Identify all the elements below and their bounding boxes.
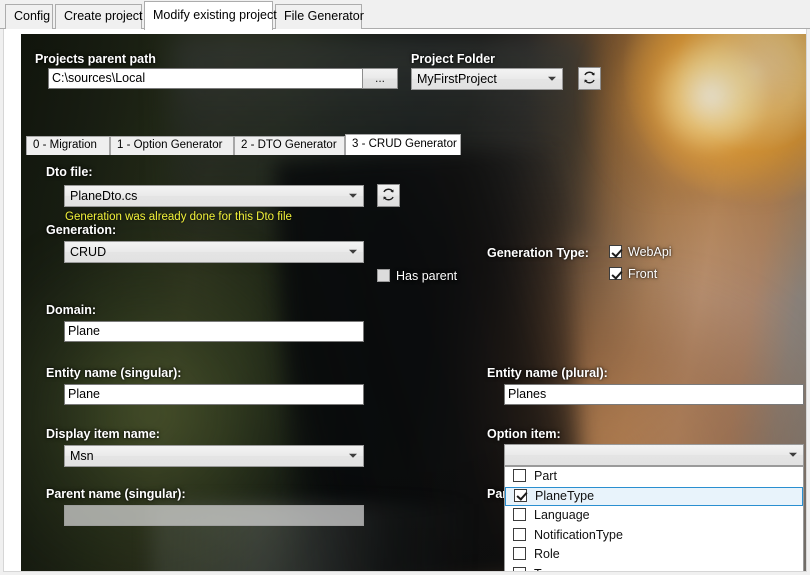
generator-tab-1[interactable]: 1 - Option Generator bbox=[110, 136, 234, 155]
main-tab-1[interactable]: Create project bbox=[55, 4, 143, 29]
option-item-row[interactable]: Role bbox=[505, 545, 803, 565]
option-item-row[interactable]: Part bbox=[505, 467, 803, 487]
checkbox-box[interactable] bbox=[513, 527, 526, 541]
main-tabstrip: Config Create project Modify existing proj… bbox=[0, 0, 810, 30]
refresh-dto-file-button[interactable] bbox=[377, 184, 400, 207]
entity-name-plural-input[interactable]: Planes bbox=[504, 384, 804, 405]
checkbox-box bbox=[609, 267, 622, 280]
option-item-row-label: Language bbox=[534, 508, 590, 522]
generator-tab-label: 3 - CRUD Generator bbox=[352, 138, 457, 150]
modify-existing-project-page: Projects parent path C:\sources\Local ..… bbox=[3, 29, 807, 572]
generation-label: Generation: bbox=[46, 223, 117, 237]
chevron-down-icon bbox=[548, 76, 556, 81]
application-window: Config Create project Modify existing proj… bbox=[0, 0, 810, 575]
domain-label: Domain: bbox=[46, 303, 96, 317]
option-item-row[interactable]: NotificationType bbox=[505, 526, 803, 546]
generation-warning-text: Generation was already done for this Dto… bbox=[65, 211, 292, 223]
entity-name-singular-input[interactable]: Plane bbox=[64, 384, 364, 405]
domain-input[interactable]: Plane bbox=[64, 321, 364, 342]
dto-file-value: PlaneDto.cs bbox=[70, 189, 138, 203]
checkbox-box[interactable] bbox=[513, 566, 526, 571]
projects-parent-path-input[interactable]: C:\sources\Local bbox=[48, 68, 368, 89]
dto-file-label: Dto file: bbox=[46, 165, 93, 179]
checkbox-box[interactable] bbox=[514, 488, 527, 502]
generator-tabstrip: 0 - Migration 1 - Option Generator 2 - DTO… bbox=[24, 134, 806, 155]
background-photo-panel: Projects parent path C:\sources\Local ..… bbox=[21, 34, 806, 572]
generator-tab-0[interactable]: 0 - Migration bbox=[26, 136, 110, 155]
option-item-row-label: Role bbox=[534, 547, 560, 561]
generator-tab-2[interactable]: 2 - DTO Generator bbox=[234, 136, 345, 155]
projects-parent-path-label: Projects parent path bbox=[35, 52, 156, 66]
generation-type-label: Generation Type: bbox=[487, 246, 589, 260]
entity-name-singular-label: Entity name (singular): bbox=[46, 366, 182, 380]
checkbox-box[interactable] bbox=[513, 508, 526, 521]
display-item-name-value: Msn bbox=[70, 449, 94, 463]
generator-tab-label: 1 - Option Generator bbox=[117, 139, 223, 151]
checkbox-box[interactable] bbox=[513, 547, 526, 560]
generator-tab-label: 2 - DTO Generator bbox=[241, 139, 337, 151]
chevron-down-icon bbox=[789, 452, 797, 457]
generator-tab-3[interactable]: 3 - CRUD Generator bbox=[345, 134, 461, 155]
main-tab-3[interactable]: File Generator bbox=[275, 4, 364, 29]
option-item-row[interactable]: Team bbox=[505, 565, 803, 572]
generation-type-webapi-checkbox[interactable]: WebApi bbox=[609, 245, 672, 259]
chevron-down-icon bbox=[349, 249, 357, 254]
main-tab-label: Config bbox=[14, 9, 51, 23]
has-parent-checkbox[interactable]: Has parent bbox=[377, 269, 457, 283]
main-tab-2[interactable]: Modify existing project bbox=[144, 1, 277, 30]
project-folder-combobox[interactable]: MyFirstProject bbox=[411, 68, 563, 90]
display-item-name-label: Display item name: bbox=[46, 427, 160, 441]
parent-name-singular-input[interactable] bbox=[64, 505, 364, 526]
parent-name-singular-label: Parent name (singular): bbox=[46, 487, 186, 501]
project-folder-value: MyFirstProject bbox=[417, 72, 497, 86]
generation-value: CRUD bbox=[70, 245, 107, 259]
generation-type-webapi-label: WebApi bbox=[628, 245, 672, 259]
browse-parent-path-button[interactable]: ... bbox=[362, 68, 398, 89]
main-tab-0[interactable]: Config bbox=[5, 4, 53, 29]
option-item-row-label: Team bbox=[534, 567, 565, 572]
has-parent-label: Has parent bbox=[396, 269, 458, 283]
generation-type-front-label: Front bbox=[628, 267, 658, 281]
checkbox-box[interactable] bbox=[513, 469, 526, 482]
chevron-down-icon bbox=[349, 453, 357, 458]
chevron-down-icon bbox=[349, 193, 357, 198]
main-tab-label: Modify existing project bbox=[153, 8, 277, 22]
option-item-combobox[interactable] bbox=[504, 444, 804, 466]
project-folder-label: Project Folder bbox=[411, 52, 496, 66]
main-tab-label: File Generator bbox=[284, 9, 364, 23]
generation-combobox[interactable]: CRUD bbox=[64, 241, 364, 263]
refresh-project-folder-button[interactable] bbox=[578, 67, 601, 90]
checkbox-box bbox=[609, 245, 622, 258]
display-item-name-combobox[interactable]: Msn bbox=[64, 445, 364, 467]
crud-generator-page: Dto file: PlaneDto.cs Generation was alr… bbox=[24, 155, 806, 572]
option-item-row[interactable]: PlaneType bbox=[505, 486, 803, 506]
option-item-label: Option item: bbox=[487, 427, 561, 441]
option-item-row-label: Part bbox=[534, 469, 557, 483]
checkbox-box bbox=[377, 269, 390, 282]
entity-name-plural-label: Entity name (plural): bbox=[487, 366, 608, 380]
dto-file-combobox[interactable]: PlaneDto.cs bbox=[64, 185, 364, 207]
option-item-row-label: NotificationType bbox=[534, 527, 623, 542]
generation-type-front-checkbox[interactable]: Front bbox=[609, 267, 657, 281]
option-item-row[interactable]: Language bbox=[505, 506, 803, 526]
generator-tab-label: 0 - Migration bbox=[33, 139, 97, 151]
option-item-row-label: PlaneType bbox=[535, 488, 595, 503]
main-tab-label: Create project bbox=[64, 9, 143, 23]
option-item-dropdown-list[interactable]: Part PlaneType Language NotificationType Rol… bbox=[504, 466, 804, 572]
